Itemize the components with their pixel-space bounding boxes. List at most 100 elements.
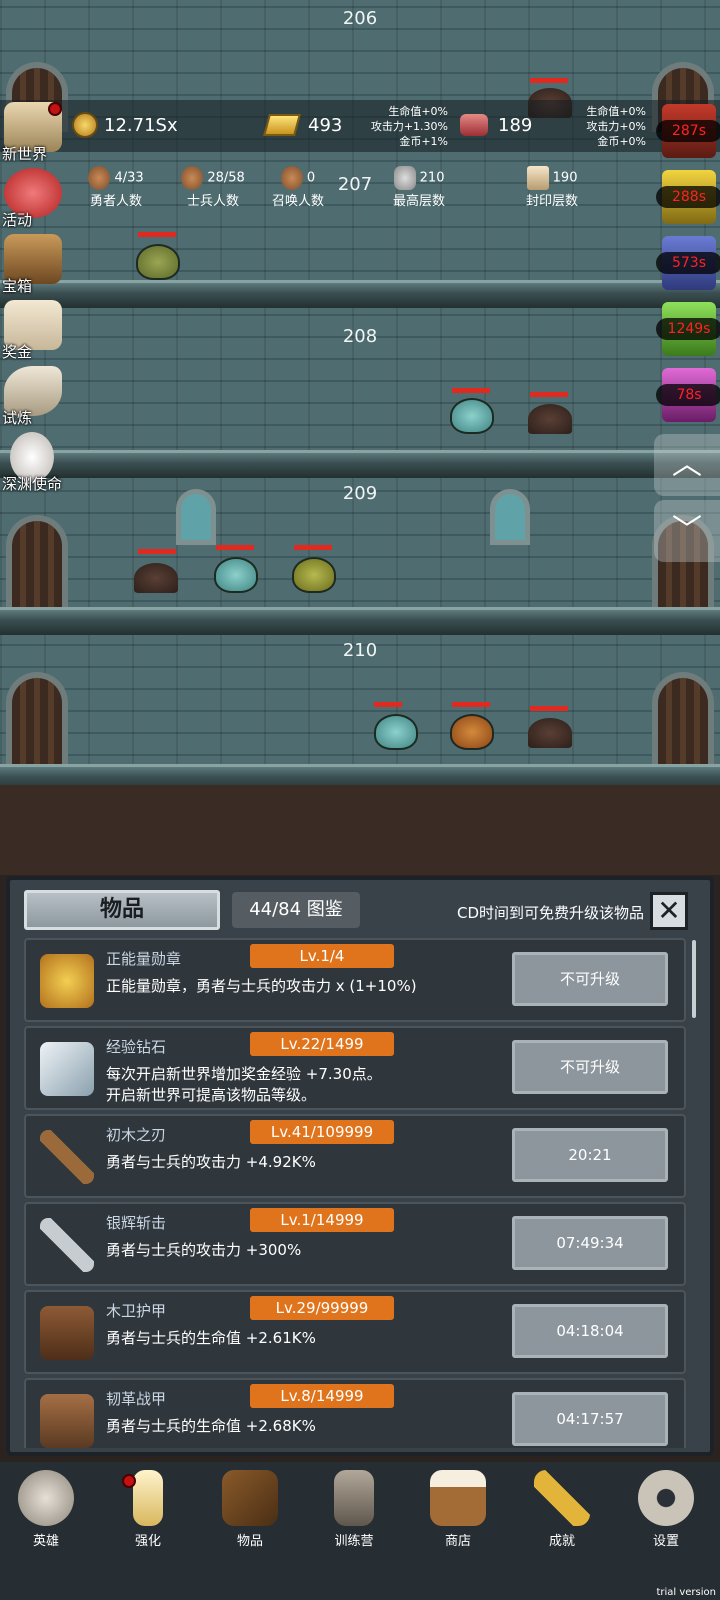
wooden-sword-icon: [40, 1130, 94, 1184]
watermark: trial version: [656, 1587, 716, 1598]
enemy-hp-bar: [452, 702, 490, 707]
buff-timer-3[interactable]: 573s: [656, 236, 720, 290]
nav-enhance[interactable]: 强化: [108, 1470, 188, 1549]
leather-armor-icon: [40, 1394, 94, 1448]
nav-training[interactable]: 训练营: [314, 1470, 394, 1549]
lantern-icon: [334, 1470, 374, 1526]
soldier-count-label: 士兵人数: [186, 194, 239, 209]
collection-count[interactable]: 44/84 图鉴: [232, 892, 360, 928]
item-desc: 正能量勋章，勇者与士兵的攻击力 x (1+10%): [106, 977, 417, 995]
upgrade-timer-button[interactable]: 07:49:34: [512, 1216, 668, 1270]
orange-slime-enemy[interactable]: [450, 714, 494, 750]
enemy-hp-bar: [530, 392, 568, 397]
blue-slime-enemy[interactable]: [214, 557, 258, 593]
buff-timer-value: 287s: [656, 120, 720, 142]
nav-settings[interactable]: 设置: [626, 1470, 706, 1549]
upgrade-button[interactable]: 不可升级: [512, 1040, 668, 1094]
gem-icon: [460, 114, 488, 136]
menu-label: 奖金: [2, 343, 33, 361]
yellow-slime-enemy[interactable]: [292, 557, 336, 593]
enemy-hp-bar: [216, 545, 254, 550]
nav-items[interactable]: 物品: [210, 1470, 290, 1549]
scroll-up-button[interactable]: ︿: [654, 434, 720, 496]
bonus-hp: 生命值+0%: [586, 105, 646, 118]
menu-event[interactable]: 活动: [0, 168, 70, 230]
floor-number: 206: [342, 8, 378, 29]
buff-timer-value: 288s: [656, 186, 720, 208]
nav-shop[interactable]: 商店: [418, 1470, 498, 1549]
bonus-hp: 生命值+0%: [388, 105, 448, 118]
menu-trial[interactable]: 试炼: [0, 366, 70, 428]
spider-enemy[interactable]: [134, 563, 178, 593]
floor-ledge: [0, 280, 720, 308]
menu-chest[interactable]: 宝箱: [0, 234, 70, 296]
book-icon: [222, 1470, 278, 1526]
upgrade-timer-button[interactable]: 04:18:04: [512, 1304, 668, 1358]
item-name: 初木之刃: [106, 1126, 167, 1144]
buff-timer-4[interactable]: 1249s: [656, 302, 720, 356]
mug-icon: [430, 1470, 486, 1526]
blue-slime-enemy[interactable]: [450, 398, 494, 434]
buff-timer-2[interactable]: 288s: [656, 170, 720, 224]
wood-armor-icon: [40, 1306, 94, 1360]
gem-bonus: 生命值+0% 攻击力+0% 金币+0%: [560, 104, 646, 149]
item-row: 木卫护甲 Lv.29/99999 勇者与士兵的生命值 +2.61K% 04:18…: [24, 1290, 686, 1374]
floor-209: 209: [0, 475, 720, 635]
item-list: 正能量勋章 Lv.1/4 正能量勋章，勇者与士兵的攻击力 x (1+10%) 不…: [24, 938, 686, 1448]
nav-achievement[interactable]: 成就: [522, 1470, 602, 1549]
item-name: 银辉斩击: [106, 1214, 167, 1232]
window: [176, 489, 216, 545]
menu-abyss-mission[interactable]: 深渊使命: [0, 432, 70, 494]
spider-enemy[interactable]: [528, 718, 572, 748]
gem-value: 189: [498, 114, 533, 136]
item-desc: 勇者与士兵的攻击力 +300%: [106, 1241, 302, 1259]
floor-number: 209: [342, 483, 378, 504]
gear-icon: [638, 1470, 694, 1526]
green-slime-enemy[interactable]: [136, 244, 180, 280]
item-level: Lv.41/109999: [250, 1120, 394, 1144]
buff-timer-value: 78s: [656, 384, 720, 406]
enemy-hp-bar: [530, 706, 568, 711]
scroll-down-button[interactable]: ﹀: [654, 500, 720, 562]
item-level: Lv.8/14999: [250, 1384, 394, 1408]
menu-bonus[interactable]: 奖金: [0, 300, 70, 362]
gold-display: 493: [263, 114, 342, 136]
close-button[interactable]: ✕: [650, 892, 688, 930]
floor-number: 208: [342, 326, 378, 347]
item-desc: 勇者与士兵的生命值 +2.61K%: [106, 1329, 316, 1347]
buff-timer-5[interactable]: 78s: [656, 368, 720, 422]
upgrade-timer-button[interactable]: 20:21: [512, 1128, 668, 1182]
soldier-count-value: 28/58: [207, 170, 245, 186]
menu-label: 新世界: [2, 145, 48, 163]
seal-floor-value: 190: [552, 170, 578, 186]
upgrade-button[interactable]: 不可升级: [512, 952, 668, 1006]
spider-enemy[interactable]: [528, 404, 572, 434]
hero-count: 4/33 勇者人数: [68, 166, 164, 209]
enemy-hp-bar: [138, 232, 176, 237]
floor-ledge: [0, 607, 720, 635]
nav-label: 设置: [652, 1534, 679, 1549]
bonus-coin: 金币+1%: [399, 135, 448, 148]
notification-dot: [48, 102, 62, 116]
buff-timer-1[interactable]: 287s: [656, 104, 720, 158]
blue-slime-enemy[interactable]: [374, 714, 418, 750]
enemy-hp-bar: [452, 388, 490, 393]
item-row: 经验钻石 Lv.22/1499 每次开启新世界增加奖金经验 +7.30点。 开启…: [24, 1026, 686, 1110]
ground-shadow: [0, 785, 720, 875]
floor-ledge: [0, 450, 720, 478]
item-desc: 勇者与士兵的攻击力 +4.92K%: [106, 1153, 316, 1171]
nav-label: 强化: [134, 1534, 161, 1549]
menu-new-world[interactable]: 新世界: [0, 102, 70, 164]
item-name: 经验钻石: [106, 1038, 167, 1056]
max-floor-label: 最高层数: [392, 194, 445, 209]
hero-count-label: 勇者人数: [89, 194, 142, 209]
scrollbar[interactable]: [692, 940, 696, 1018]
upgrade-timer-button[interactable]: 04:17:57: [512, 1392, 668, 1446]
gold-bar-icon: [263, 114, 301, 136]
gem-display: 189: [460, 114, 532, 136]
buff-timer-value: 573s: [656, 252, 720, 274]
nav-hero[interactable]: 英雄: [6, 1470, 86, 1549]
soldier-count: 28/58 士兵人数: [168, 166, 258, 209]
item-name: 木卫护甲: [106, 1302, 167, 1320]
item-desc: 每次开启新世界增加奖金经验 +7.30点。 开启新世界可提高该物品等级。: [106, 1064, 382, 1106]
